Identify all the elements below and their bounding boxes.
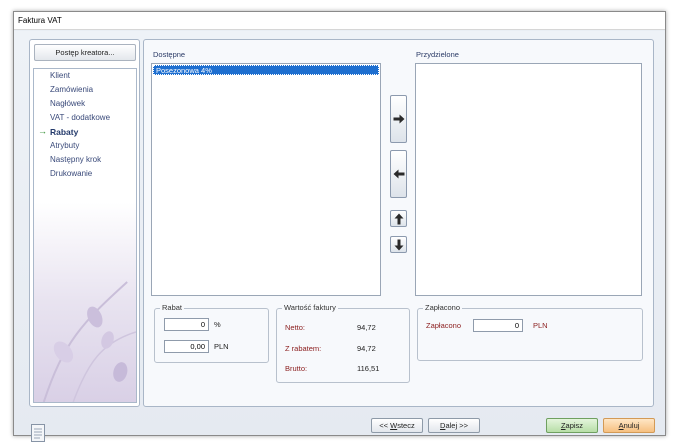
document-icon[interactable] xyxy=(31,424,45,442)
netto-label: Netto: xyxy=(285,323,306,332)
assigned-label: Przydzielone xyxy=(416,50,459,59)
assigned-discounts-list[interactable] xyxy=(415,63,642,296)
paid-field-label: Zapłacono xyxy=(426,321,462,330)
next-button[interactable]: Dalej >> xyxy=(428,418,480,433)
z-rabatem-label: Z rabatem: xyxy=(285,344,322,353)
cancel-button[interactable]: Anuluj xyxy=(603,418,655,433)
rabat-percent-input[interactable]: 0 xyxy=(164,318,209,331)
rabat-percent-unit: % xyxy=(214,320,221,329)
wizard-step-klient[interactable]: Klient xyxy=(50,71,70,80)
netto-value: 94,72 xyxy=(357,323,376,332)
window-client-area: Postęp kreatora... Klient Zamówienia Nag… xyxy=(14,31,665,442)
window-title: Faktura VAT xyxy=(18,16,62,25)
list-item-posezonowa[interactable]: Posezonowa 4% xyxy=(153,65,379,75)
paid-amount-input[interactable]: 0 xyxy=(473,319,523,332)
next-button-label: alej >> xyxy=(445,421,468,430)
back-button-prefix: << xyxy=(379,421,391,430)
wizard-step-list: Klient Zamówienia Nagłówek VAT - dodatko… xyxy=(33,68,137,403)
wizard-step-naglowek[interactable]: Nagłówek xyxy=(50,99,85,108)
cancel-button-label: nuluj xyxy=(623,421,640,430)
wizard-step-atrybuty[interactable]: Atrybuty xyxy=(50,141,79,150)
save-button-label: apisz xyxy=(565,421,584,430)
wizard-step-drukowanie[interactable]: Drukowanie xyxy=(50,169,92,178)
brutto-label: Brutto: xyxy=(285,364,308,373)
paid-unit: PLN xyxy=(533,321,548,330)
wizard-step-vat-dodatkowe[interactable]: VAT - dodatkowe xyxy=(50,113,110,122)
brutto-value: 116,51 xyxy=(357,364,380,373)
rabat-group-label: Rabat xyxy=(160,303,185,312)
rabat-amount-input[interactable]: 0,00 xyxy=(164,340,209,353)
paid-group-label: Zapłacono xyxy=(423,303,463,312)
wizard-step-nastepny-krok[interactable]: Następny krok xyxy=(50,155,101,164)
back-button[interactable]: << Wstecz xyxy=(371,418,423,433)
save-button[interactable]: Zapisz xyxy=(546,418,598,433)
available-discounts-list[interactable]: Posezonowa 4% xyxy=(151,63,381,296)
wizard-progress-button[interactable]: Postęp kreatora... xyxy=(34,44,136,61)
arrow-up-icon xyxy=(394,213,403,224)
invoice-value-group: Wartość faktury Netto: 94,72 Z rabatem: … xyxy=(276,303,410,383)
invoice-value-group-label: Wartość faktury xyxy=(282,303,338,312)
rabaty-content-panel: Dostępne Posezonowa 4% Przydzielone Raba… xyxy=(143,39,654,407)
paid-group: Zapłacono Zapłacono 0 PLN xyxy=(417,303,643,361)
wizard-step-rabaty[interactable]: Rabaty xyxy=(50,127,78,137)
move-left-button[interactable] xyxy=(390,150,407,198)
move-up-button[interactable] xyxy=(390,210,407,227)
current-step-arrow-icon: → xyxy=(38,126,47,136)
z-rabatem-value: 94,72 xyxy=(357,344,376,353)
wizard-steps-panel: Postęp kreatora... Klient Zamówienia Nag… xyxy=(29,39,140,407)
arrow-left-icon xyxy=(393,169,404,179)
arrow-down-icon xyxy=(394,239,403,250)
wizard-window: Faktura VAT Postęp kreatora... Klient Za… xyxy=(13,11,666,442)
rabat-amount-unit: PLN xyxy=(214,342,229,351)
decorative-background-image xyxy=(42,281,136,402)
wizard-step-zamowienia[interactable]: Zamówienia xyxy=(50,85,93,94)
back-button-label: stecz xyxy=(397,421,415,430)
available-label: Dostępne xyxy=(153,50,186,59)
rabat-group: Rabat 0 % 0,00 PLN xyxy=(154,303,269,363)
title-bar: Faktura VAT xyxy=(14,12,665,30)
move-down-button[interactable] xyxy=(390,236,407,253)
arrow-right-icon xyxy=(393,114,404,124)
move-right-button[interactable] xyxy=(390,95,407,143)
